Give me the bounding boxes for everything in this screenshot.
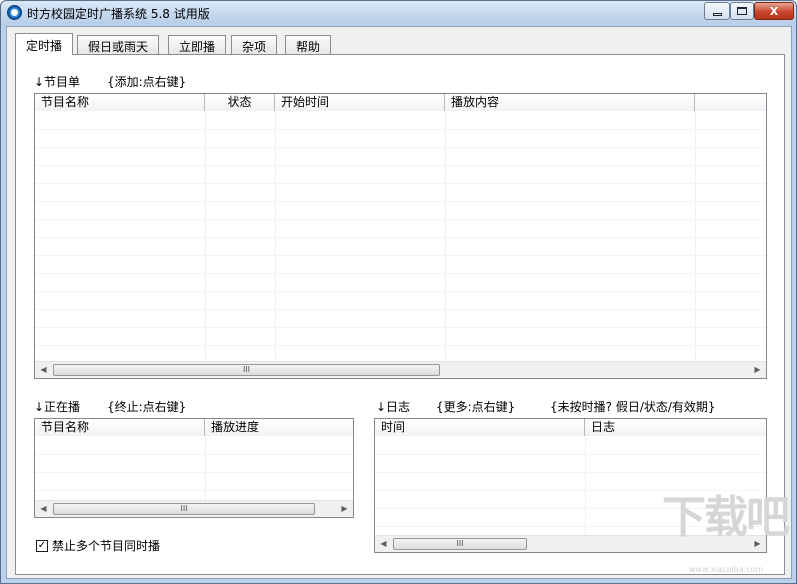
title-bar[interactable]: 时方校园定时广播系统 5.8 试用版 X (1, 1, 796, 25)
playing-col-divider (205, 437, 206, 500)
app-window: 时方校园定时广播系统 5.8 试用版 X 定时播 假日或雨天 立即播 杂项 帮助… (0, 0, 797, 584)
tab-timed-play[interactable]: 定时播 (15, 33, 74, 55)
scroll-left-arrow-icon[interactable]: ◀ (375, 536, 392, 552)
playing-hscrollbar[interactable]: ◀ III ▶ (35, 500, 353, 517)
col-start-time[interactable]: 开始时间 (275, 94, 445, 111)
col-status[interactable]: 状态 (205, 94, 275, 111)
schedule-col-divider (695, 112, 696, 361)
playing-table[interactable]: 节目名称 播放进度 ◀ III ▶ (34, 418, 354, 518)
log-more-hint: {更多:点右键} (436, 400, 516, 414)
no-overlap-label: 禁止多个节目同时播 (52, 539, 161, 553)
tab-instant-play[interactable]: 立即播 (168, 35, 227, 54)
schedule-table[interactable]: 节目名称 状态 开始时间 播放内容 时长 ◀ III ▶ (34, 93, 767, 379)
schedule-add-hint: {添加:点右键} (107, 75, 187, 89)
minimize-icon (712, 12, 722, 16)
close-icon: X (769, 4, 779, 18)
scroll-left-arrow-icon[interactable]: ◀ (35, 501, 52, 517)
watermark-url: www.xiazaiba.com (689, 565, 764, 574)
log-col-divider (585, 437, 586, 535)
col-time[interactable]: 时间 (375, 419, 585, 436)
col-program-name[interactable]: 节目名称 (35, 419, 205, 436)
window-title: 时方校园定时广播系统 5.8 试用版 (27, 7, 210, 21)
tab-help[interactable]: 帮助 (285, 35, 332, 54)
schedule-section-label: ↓节目单 (34, 75, 81, 89)
close-button[interactable]: X (754, 2, 794, 20)
minimize-button[interactable] (704, 2, 730, 20)
scroll-thumb[interactable]: III (53, 503, 315, 515)
tab-misc[interactable]: 杂项 (231, 35, 278, 54)
watermark-logo: 下载吧 (662, 492, 790, 543)
schedule-hscrollbar[interactable]: ◀ III ▶ (35, 361, 766, 378)
scroll-right-arrow-icon[interactable]: ▶ (336, 501, 353, 517)
log-missed-hint: {未按时播? 假日/状态/有效期} (550, 400, 716, 414)
no-overlap-option[interactable]: ✓ 禁止多个节目同时播 (36, 537, 160, 554)
schedule-table-body[interactable] (35, 112, 766, 361)
playing-section-label: ↓正在播 (34, 400, 81, 414)
scroll-left-arrow-icon[interactable]: ◀ (35, 362, 52, 378)
tab-holiday-rain[interactable]: 假日或雨天 (77, 35, 160, 54)
playing-table-header: 节目名称 播放进度 (35, 419, 353, 436)
schedule-table-header: 节目名称 状态 开始时间 播放内容 时长 (35, 94, 766, 111)
maximize-icon (737, 7, 747, 15)
schedule-col-divider (275, 112, 276, 361)
no-overlap-checkbox[interactable]: ✓ (36, 539, 48, 552)
schedule-col-divider (445, 112, 446, 361)
scroll-thumb[interactable]: III (393, 538, 527, 550)
schedule-col-divider (205, 112, 206, 361)
playing-table-body[interactable] (35, 437, 353, 500)
scroll-thumb[interactable]: III (53, 364, 440, 376)
col-program-name[interactable]: 节目名称 (35, 94, 205, 111)
playing-stop-hint: {终止:点右键} (107, 400, 187, 414)
col-play-progress[interactable]: 播放进度 (205, 419, 353, 436)
scroll-right-arrow-icon[interactable]: ▶ (749, 362, 766, 378)
log-table-header: 时间 日志 (375, 419, 766, 436)
col-play-content[interactable]: 播放内容 (445, 94, 695, 111)
col-duration[interactable]: 时长 (695, 94, 766, 111)
maximize-button[interactable] (730, 2, 754, 20)
col-log[interactable]: 日志 (585, 419, 766, 436)
app-logo-icon (7, 5, 22, 20)
log-section-label: ↓日志 (376, 400, 411, 414)
